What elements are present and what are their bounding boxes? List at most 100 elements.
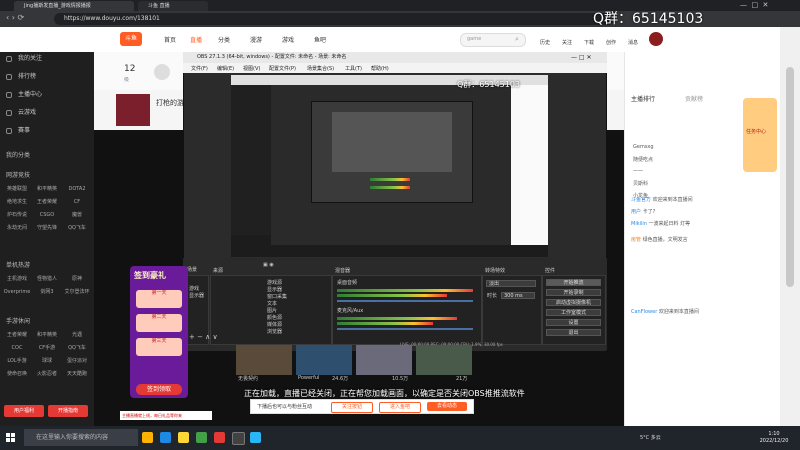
obs-menu-item[interactable]: 配置文件(P) [269, 65, 296, 72]
category-cell[interactable]: 英雄联盟 [2, 184, 32, 194]
source-item[interactable]: 颜色源 [267, 314, 282, 321]
weather-text[interactable]: 5°C 多云 [640, 434, 661, 441]
volume-slider[interactable] [337, 328, 473, 330]
transition-select[interactable]: 淡出 [486, 280, 536, 287]
edge-icon[interactable] [160, 432, 171, 443]
chat-user[interactable]: CanFlower [631, 309, 657, 315]
nav-item-live[interactable]: 直播 [190, 35, 202, 44]
start-streaming-button[interactable]: 开始推流 [546, 279, 601, 286]
chat-user[interactable]: 用户 [631, 209, 641, 215]
rank-item[interactable]: 随便吃点 [633, 156, 653, 163]
rank-item[interactable]: 一一 [633, 168, 643, 175]
chat-user[interactable]: 斗鱼官方 [631, 197, 651, 203]
source-item[interactable]: 浏览器 [267, 328, 282, 335]
category-cell[interactable]: 永劫无间 [2, 223, 32, 233]
task-view-icon[interactable] [142, 432, 153, 443]
notice-fishbar-button[interactable]: 进入鱼吧 [379, 402, 421, 413]
exit-button[interactable]: 退出 [546, 329, 601, 336]
rank-tab[interactable]: 主播排行 [631, 94, 655, 103]
category-cell[interactable]: 魔兽 [62, 210, 92, 220]
promo-claim-button[interactable]: 签到领取 [136, 384, 182, 395]
obs-window-controls[interactable]: — □ ✕ [571, 52, 592, 63]
rank-item[interactable]: 贝斯科 [633, 180, 648, 187]
category-cell[interactable]: Overprime [2, 287, 32, 297]
gift-icon[interactable] [154, 64, 170, 80]
sidebar-item-rank[interactable]: 排行榜 [0, 70, 94, 84]
notice-follow-button[interactable]: 关注按钮 [331, 402, 373, 413]
obs-menu-item[interactable]: 文件(F) [191, 65, 208, 72]
notice-dynamic-button[interactable]: 去看动态 [427, 402, 467, 411]
obs-menu-item[interactable]: 编辑(E) [217, 65, 234, 72]
app-icon[interactable] [196, 432, 207, 443]
nav-download[interactable]: 下载 [584, 39, 594, 46]
settings-button[interactable]: 设置 [546, 319, 601, 326]
category-cell[interactable]: 主机游戏 [2, 274, 32, 284]
category-cell[interactable]: CF手游 [32, 343, 62, 353]
sidebar-item-anchor[interactable]: 主播中心 [0, 88, 94, 102]
chat-user[interactable]: 房管 [631, 237, 641, 243]
page-scrollbar[interactable] [780, 27, 800, 426]
source-item[interactable]: 媒体源 [267, 321, 282, 328]
category-cell[interactable]: LOL手游 [2, 356, 32, 366]
room-cover[interactable] [116, 94, 150, 126]
signin-promo[interactable]: 签到豪礼 第一天 第二天 第三天 签到领取 [130, 266, 188, 398]
category-cell[interactable]: 球球 [32, 356, 62, 366]
category-cell[interactable]: 天天酷跑 [62, 369, 92, 379]
obs-preview[interactable]: Q群：65145103 [231, 75, 548, 257]
category-cell[interactable]: 绝地求生 [2, 197, 32, 207]
category-cell[interactable]: 光遇 [62, 330, 92, 340]
nav-message[interactable]: 消息 [628, 39, 638, 46]
category-cell[interactable]: 原神 [62, 274, 92, 284]
nav-history[interactable]: 历史 [540, 39, 550, 46]
promo-banner[interactable]: 主播直播就上线，每日礼品等你来 [120, 411, 212, 420]
user-welfare-button[interactable]: 用户福利 [4, 405, 44, 417]
taskbar-clock[interactable]: 1:10 2022/12/20 [752, 431, 796, 445]
scrollbar-thumb[interactable] [786, 67, 794, 287]
source-item[interactable]: 图片 [267, 307, 277, 314]
duration-input[interactable]: 300 ms [501, 292, 535, 299]
category-cell[interactable]: 守望先锋 [32, 223, 62, 233]
app-icon[interactable] [250, 432, 261, 443]
category-cell[interactable]: 炉石传说 [2, 210, 32, 220]
category-cell[interactable]: CF [62, 197, 92, 207]
nav-item-category[interactable]: 分类 [218, 35, 230, 44]
category-cell[interactable]: 和平精英 [32, 184, 62, 194]
category-cell[interactable]: 火影忍者 [32, 369, 62, 379]
scene-add-remove-icons[interactable]: + − ∧ ∨ [189, 333, 218, 341]
nav-item-fishbar[interactable]: 鱼吧 [314, 35, 326, 44]
browser-tab[interactable]: 斗鱼 直播 [138, 1, 208, 11]
folder-icon[interactable] [178, 432, 189, 443]
sidebar-item-events[interactable]: 赛事 [0, 124, 94, 138]
avatar[interactable] [649, 32, 663, 46]
category-cell[interactable]: 怪物猎人 [32, 274, 62, 284]
back-forward-icon[interactable]: ‹ › ⟳ [6, 13, 24, 22]
category-cell[interactable]: QQ飞车 [62, 343, 92, 353]
taskbar-search-input[interactable]: 在这里输入你要搜索的内容 [24, 429, 138, 446]
obs-menu-item[interactable]: 视图(V) [243, 65, 260, 72]
obs-menu-item[interactable]: 帮助(H) [371, 65, 389, 72]
rank-item[interactable]: Gemsxg [633, 144, 654, 150]
windows-start-icon[interactable] [6, 433, 16, 443]
recommend-thumb[interactable] [236, 345, 292, 375]
window-controls[interactable]: — □ ✕ [740, 1, 768, 9]
app-icon[interactable] [214, 432, 225, 443]
category-cell[interactable]: 和平精英 [32, 330, 62, 340]
search-icon[interactable]: ⌕ [515, 35, 519, 44]
volume-slider[interactable] [337, 300, 473, 302]
category-cell[interactable]: DOTA2 [62, 184, 92, 194]
virtual-camera-button[interactable]: 启动虚拟摄像机 [546, 299, 601, 306]
source-item[interactable]: 窗口采集 [267, 293, 287, 300]
task-center-banner[interactable]: 任务中心 [743, 98, 777, 172]
sidebar-item-follow[interactable]: 我的关注 [0, 52, 94, 66]
search-input[interactable]: game ⌕ [460, 33, 526, 47]
source-item[interactable]: 游戏源 [267, 279, 282, 286]
obs-icon[interactable] [232, 432, 245, 445]
category-cell[interactable]: 使命召唤 [2, 369, 32, 379]
start-recording-button[interactable]: 开始录制 [546, 289, 601, 296]
nav-item-roam[interactable]: 漫游 [250, 35, 262, 44]
category-cell[interactable]: 蛋仔派对 [62, 356, 92, 366]
source-item[interactable]: 文本 [267, 300, 277, 307]
browser-tab[interactable]: Jing播斯发直播_游戏情报播报 [14, 1, 134, 11]
scene-item[interactable]: 显示器 [189, 292, 204, 299]
contrib-tab[interactable]: 贡献榜 [685, 94, 703, 103]
